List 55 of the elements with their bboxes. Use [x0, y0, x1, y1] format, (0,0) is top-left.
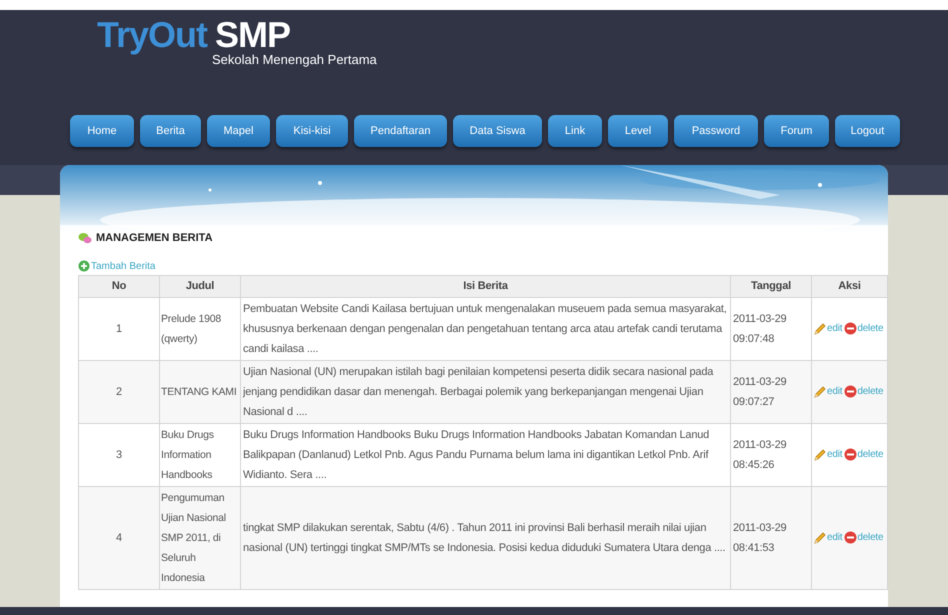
- edit-link[interactable]: edit: [813, 444, 842, 464]
- table-cell: 1: [78, 297, 160, 360]
- minus-circle-icon: [844, 448, 858, 461]
- edit-link[interactable]: edit: [813, 382, 842, 402]
- table-cell: 2011-03-29 08:41:53: [730, 486, 812, 589]
- table-cell: Buku Drugs Information Handbooks Buku Drugs Information Handbooks Jabatan Komandan Lanud Balikpapan (Danlanud) Letkol Pnb. Agus Pandu Purnama belum lama ini digantikan Letkol Pnb. Arif Widianto. Sera ....: [240, 423, 730, 486]
- column-header: Aksi: [812, 275, 888, 297]
- nav-button[interactable]: Level: [608, 115, 668, 147]
- section-title: MANAGEMEN BERITA: [96, 231, 213, 246]
- table-cell: TENTANG KAMI: [160, 360, 240, 423]
- table-cell: 2011-03-29 08:45:26: [730, 423, 812, 486]
- pencil-icon: [813, 530, 827, 544]
- site-subtitle: Sekolah Menengah Pertama: [212, 51, 377, 69]
- table-cell: 4: [78, 486, 160, 589]
- table-cell: Ujian Nasional (UN) merupakan istilah bagi penilaian kompetensi peserta didik secara nasional pada jenjang pendidikan dasar dan menengah. Berbagai polemik yang berkepanjangan mengenai Ujian Nasional d ....: [240, 360, 730, 423]
- pencil-icon: [813, 322, 827, 336]
- column-header: Isi Berita: [240, 275, 730, 297]
- table-cell: 2011-03-29 09:07:48: [730, 297, 812, 360]
- minus-circle-icon: [844, 385, 858, 398]
- edit-link[interactable]: edit: [813, 528, 842, 548]
- add-news-link[interactable]: Tambah Berita: [78, 258, 156, 274]
- table-cell: Prelude 1908 (qwerty): [160, 297, 240, 360]
- edit-link[interactable]: edit: [813, 318, 842, 338]
- nav-button[interactable]: Logout: [835, 115, 900, 147]
- table-cell: Pembuatan Website Candi Kailasa bertujuan untuk mengenalakan museuem pada semua masyarakat, khususnya berkenaan dengan pengenalan dan pengetahuan tentang arca atau artefak candi terutama candi kailasa ....: [240, 297, 730, 360]
- nav-button[interactable]: Password: [674, 115, 758, 147]
- nav-button[interactable]: Kisi-kisi: [276, 115, 348, 147]
- table-cell: Buku Drugs Information Handbooks: [160, 423, 240, 486]
- table-cell: 3: [78, 423, 160, 486]
- nav-button[interactable]: Mapel: [207, 115, 270, 147]
- delete-link[interactable]: delete: [844, 528, 884, 548]
- pencil-icon: [813, 448, 827, 462]
- plus-icon: [78, 260, 90, 272]
- delete-link[interactable]: delete: [844, 382, 884, 402]
- logo-text: TryOut: [97, 16, 208, 54]
- chat-bubbles-icon: [78, 232, 92, 244]
- minus-circle-icon: [844, 322, 858, 335]
- nav-button[interactable]: Berita: [140, 115, 201, 147]
- delete-link[interactable]: delete: [844, 318, 884, 338]
- nav-button[interactable]: Pendaftaran: [354, 115, 447, 147]
- nav-button[interactable]: Home: [70, 115, 134, 147]
- minus-circle-icon: [844, 531, 858, 544]
- table-cell: 2: [78, 360, 160, 423]
- column-header: No: [78, 275, 160, 297]
- logo-text: SMP: [215, 16, 290, 54]
- column-header: Tanggal: [730, 275, 812, 297]
- pencil-icon: [813, 384, 827, 398]
- table-cell: Pengumuman Ujian Nasional SMP 2011, di Seluruh Indonesia: [160, 486, 240, 589]
- delete-link[interactable]: delete: [844, 444, 884, 464]
- table-cell: tingkat SMP dilakukan serentak, Sabtu (4/6) . Tahun 2011 ini provinsi Bali berhasil meraih nilai ujian nasional (UN) tertinggi tingkat SMP/MTs se Indonesia. Posisi kedua diduduki Sumatera Utara denga ....: [240, 486, 730, 589]
- nav-button[interactable]: Data Siswa: [453, 115, 542, 147]
- table-cell: 2011-03-29 09:07:27: [730, 360, 812, 423]
- nav-button[interactable]: Forum: [764, 115, 829, 147]
- nav-button[interactable]: Link: [548, 115, 602, 147]
- column-header: Judul: [160, 275, 240, 297]
